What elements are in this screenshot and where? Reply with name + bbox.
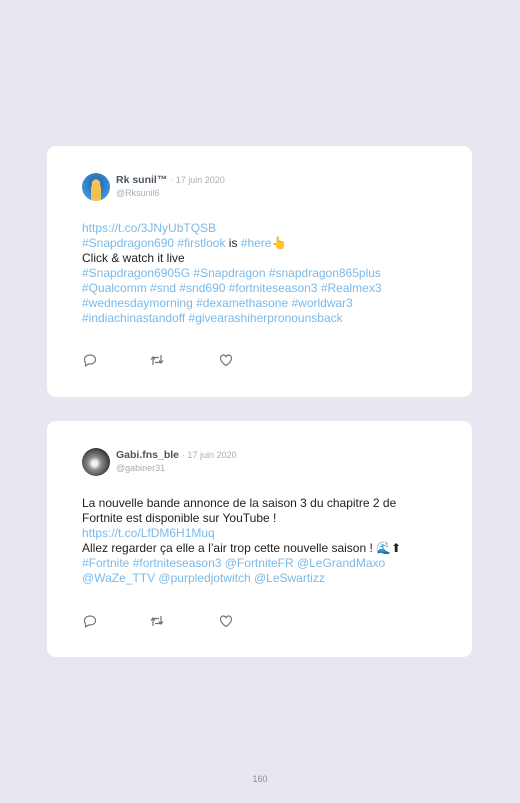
tweet-line: #wednesdaymorning #dexamethasone #worldw…: [82, 296, 457, 311]
tweet-line: Click & watch it live: [82, 251, 457, 266]
tweet-text-segment: is: [225, 236, 241, 250]
heart-icon[interactable]: [218, 352, 234, 368]
tweet-text-segment: Allez regarder ça elle a l’air trop cett…: [82, 541, 377, 555]
retweet-icon[interactable]: [149, 613, 165, 629]
tweet-text-segment: Fortnite est disponible sur YouTube !: [82, 511, 277, 525]
tweet-card: Gabi.fns_ble · 17 juin 2020 @gabiner31 L…: [47, 421, 472, 657]
tweet-text: La nouvelle bande annonce de la saison 3…: [82, 496, 457, 586]
tweet-link[interactable]: #Snapdragon6905G #Snapdragon #snapdragon…: [82, 266, 381, 280]
reply-icon[interactable]: [82, 352, 98, 368]
heart-icon[interactable]: [218, 613, 234, 629]
tweet-link[interactable]: #here: [241, 236, 272, 250]
retweet-icon[interactable]: [149, 352, 165, 368]
author-name[interactable]: Rk sunil™: [116, 174, 167, 186]
tweet-text-segment: 👆: [271, 236, 287, 250]
tweet-text-segment: Click & watch it live: [82, 251, 185, 265]
tweet-actions: [82, 613, 242, 629]
tweet-line: @WaZe_TTV @purpledjotwitch @LeSwartizz: [82, 571, 457, 586]
author-handle[interactable]: @gabiner31: [116, 463, 165, 473]
tweet-link[interactable]: #Qualcomm #snd #snd690 #fortniteseason3 …: [82, 281, 382, 295]
tweet-line: #Snapdragon6905G #Snapdragon #snapdragon…: [82, 266, 457, 281]
tweet-line: #Snapdragon690 #firstlook is #here👆: [82, 236, 457, 251]
reply-icon[interactable]: [82, 613, 98, 629]
tweet-link[interactable]: @WaZe_TTV @purpledjotwitch @LeSwartizz: [82, 571, 325, 585]
tweet-line: La nouvelle bande annonce de la saison 3…: [82, 496, 457, 511]
tweet-link[interactable]: #Fortnite #fortniteseason3 @FortniteFR @…: [82, 556, 385, 570]
tweet-line: Fortnite est disponible sur YouTube !: [82, 511, 457, 526]
tweet-date: · 17 juin 2020: [181, 450, 237, 460]
tweet-text-segment: 🌊⬆: [376, 541, 402, 555]
tweet-text: https://t.co/3JNyUbTQSB #Snapdragon690 #f…: [82, 221, 457, 326]
avatar[interactable]: [82, 448, 110, 476]
avatar[interactable]: [82, 173, 110, 201]
tweet-link[interactable]: https://t.co/3JNyUbTQSB: [82, 221, 216, 235]
tweet-link[interactable]: #indiachinastandoff #givearashiherpronou…: [82, 311, 343, 325]
tweet-actions: [82, 352, 242, 368]
tweet-link[interactable]: https://t.co/LfDM6H1Muq: [82, 526, 215, 540]
tweet-line: #Qualcomm #snd #snd690 #fortniteseason3 …: [82, 281, 457, 296]
tweet-text-segment: La nouvelle bande annonce de la saison 3…: [82, 496, 397, 510]
author-handle[interactable]: @Rksunil6: [116, 188, 160, 198]
tweet-line: https://t.co/LfDM6H1Muq: [82, 526, 457, 541]
tweet-link[interactable]: #Snapdragon690 #firstlook: [82, 236, 225, 250]
tweet-link[interactable]: #wednesdaymorning #dexamethasone #worldw…: [82, 296, 353, 310]
tweet-line: https://t.co/3JNyUbTQSB: [82, 221, 457, 236]
tweet-card: Rk sunil™ · 17 juin 2020 @Rksunil6 https…: [47, 146, 472, 397]
tweet-line: Allez regarder ça elle a l’air trop cett…: [82, 541, 457, 556]
page-number: 160: [252, 774, 268, 784]
author-name[interactable]: Gabi.fns_ble: [116, 449, 179, 461]
tweet-line: #Fortnite #fortniteseason3 @FortniteFR @…: [82, 556, 457, 571]
tweet-line: #indiachinastandoff #givearashiherpronou…: [82, 311, 457, 326]
tweet-date: · 17 juin 2020: [170, 175, 225, 185]
